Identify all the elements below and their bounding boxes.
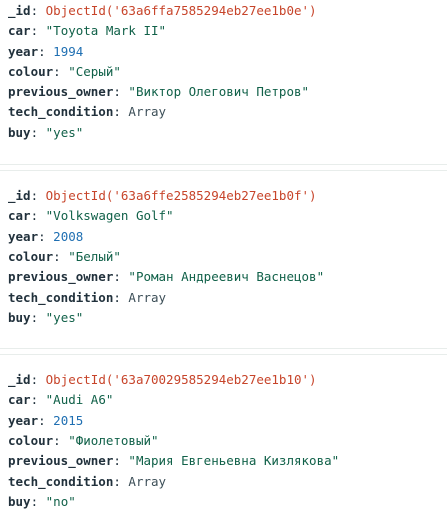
- field-value-previous-owner: "Роман Андреевич Васнецов": [128, 269, 325, 285]
- field-key-tech-condition: tech_condition: [8, 289, 114, 305]
- field-value-previous-owner: "Виктор Олегович Петров": [128, 84, 310, 100]
- field-previous-owner: previous_owner: "Мария Евгеньевна Кизляк…: [8, 453, 340, 469]
- field-key-year: year: [8, 412, 39, 428]
- field-car: car: "Volkswagen Golf": [8, 208, 174, 224]
- field-value-buy: "yes": [45, 309, 84, 325]
- field-key-colour: colour: [8, 248, 54, 264]
- field-value-year: 2008: [53, 228, 84, 244]
- field-id: _id: ObjectId('63a6ffa7585294eb27ee1b0e'…: [8, 3, 317, 18]
- field-key-tech-condition: tech_condition: [8, 104, 114, 120]
- field-value-buy: "yes": [45, 124, 84, 140]
- field-key-tech-condition: tech_condition: [8, 473, 114, 489]
- field-key-buy: buy: [8, 493, 31, 509]
- document-gap: [0, 143, 447, 164]
- field-previous-owner: previous_owner: "Роман Андреевич Васнецо…: [8, 269, 325, 285]
- field-key-id: _id: [8, 188, 31, 204]
- field-key-car: car: [8, 392, 31, 408]
- field-colour: colour: "Фиолетовый": [8, 433, 159, 449]
- field-colour: colour: "Серый": [8, 63, 121, 79]
- field-value-year: 2015: [53, 412, 84, 428]
- field-tech-condition[interactable]: tech_condition: Array: [8, 472, 447, 492]
- field-key-car: car: [8, 208, 31, 224]
- field-value-car: "Audi A6": [45, 392, 114, 408]
- field-value-car: "Toyota Mark II": [45, 23, 167, 39]
- field-car: car: "Audi A6": [8, 392, 114, 408]
- document-card[interactable]: _id: ObjectId('63a6ffe2585294eb27ee1b0f'…: [0, 186, 447, 328]
- field-value-colour: "Белый": [68, 248, 121, 264]
- field-key-id: _id: [8, 3, 31, 18]
- field-value-tech-condition[interactable]: Array: [128, 104, 166, 119]
- field-key-buy: buy: [8, 309, 31, 325]
- document-card[interactable]: _id: ObjectId('63a6ffa7585294eb27ee1b0e'…: [0, 0, 447, 143]
- field-value-year: 1994: [53, 43, 84, 59]
- field-car: car: "Toyota Mark II": [8, 23, 167, 39]
- field-value-tech-condition[interactable]: Array: [128, 474, 166, 489]
- field-key-year: year: [8, 43, 39, 59]
- field-key-previous-owner: previous_owner: [8, 84, 114, 100]
- field-value-id: ObjectId('63a6ffe2585294eb27ee1b0f'): [45, 188, 317, 204]
- field-value-colour: "Фиолетовый": [68, 433, 159, 449]
- document-card[interactable]: _id: ObjectId('63a70029585294eb27ee1b10'…: [0, 370, 447, 512]
- field-year: year: 2015: [8, 412, 84, 428]
- field-buy: buy: "yes": [8, 124, 84, 140]
- document-gap: [0, 171, 447, 186]
- field-value-tech-condition[interactable]: Array: [128, 290, 166, 305]
- field-key-colour: colour: [8, 63, 54, 79]
- field-tech-condition[interactable]: tech_condition: Array: [8, 288, 447, 308]
- field-buy: buy: "no": [8, 493, 76, 509]
- field-key-buy: buy: [8, 124, 31, 140]
- field-value-previous-owner: "Мария Евгеньевна Кизлякова": [128, 453, 340, 469]
- field-year: year: 2008: [8, 228, 84, 244]
- field-buy: buy: "yes": [8, 309, 84, 325]
- field-id: _id: ObjectId('63a70029585294eb27ee1b10'…: [8, 372, 317, 388]
- field-value-buy: "no": [45, 493, 76, 509]
- field-id: _id: ObjectId('63a6ffe2585294eb27ee1b0f'…: [8, 188, 317, 204]
- field-previous-owner: previous_owner: "Виктор Олегович Петров": [8, 84, 310, 100]
- field-key-previous-owner: previous_owner: [8, 269, 114, 285]
- document-gap: [0, 355, 447, 370]
- field-value-colour: "Серый": [68, 63, 121, 79]
- field-tech-condition[interactable]: tech_condition: Array: [8, 102, 447, 122]
- field-value-car: "Volkswagen Golf": [45, 208, 174, 224]
- document-gap: [0, 328, 447, 348]
- field-key-year: year: [8, 228, 39, 244]
- field-year: year: 1994: [8, 43, 84, 59]
- field-value-id: ObjectId('63a70029585294eb27ee1b10'): [45, 372, 317, 388]
- field-key-car: car: [8, 23, 31, 39]
- field-key-colour: colour: [8, 433, 54, 449]
- field-key-previous-owner: previous_owner: [8, 453, 114, 469]
- field-key-id: _id: [8, 372, 31, 388]
- field-colour: colour: "Белый": [8, 248, 121, 264]
- field-value-id: ObjectId('63a6ffa7585294eb27ee1b0e'): [45, 3, 317, 18]
